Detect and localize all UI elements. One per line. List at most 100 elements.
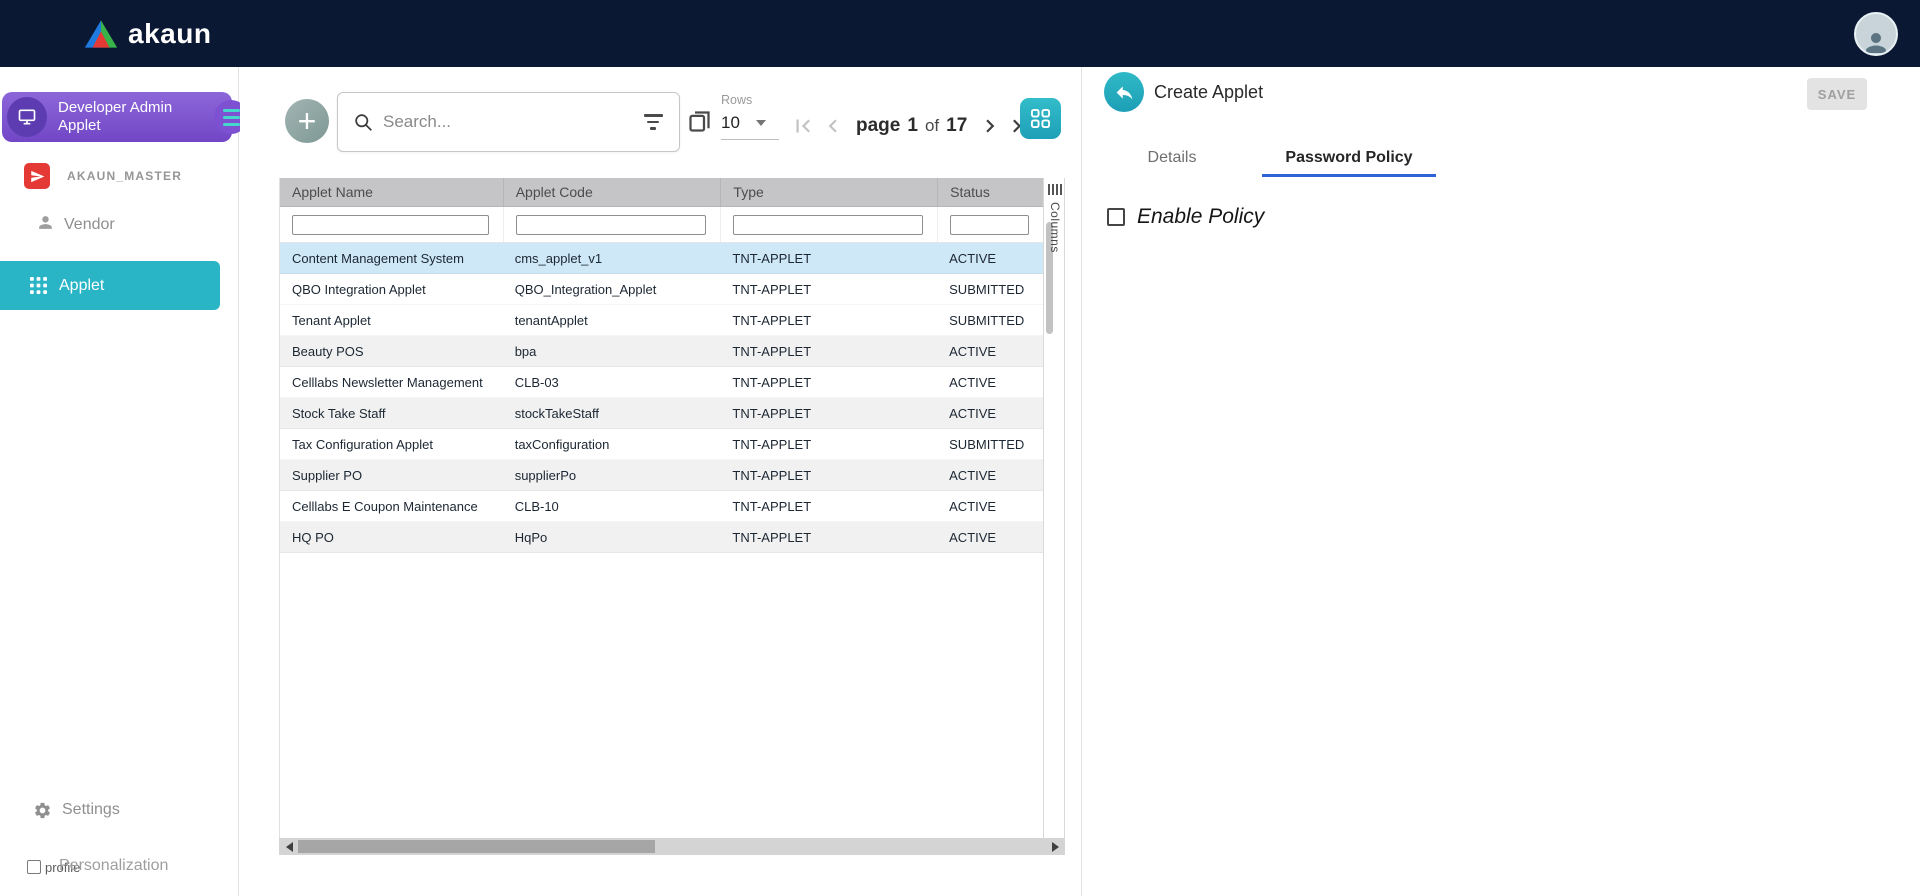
filter-input-applet-code[interactable] bbox=[516, 215, 707, 235]
first-page-button[interactable] bbox=[790, 111, 816, 141]
cell-status: ACTIVE bbox=[937, 367, 1043, 397]
cell-applet-name: Supplier PO bbox=[280, 460, 503, 490]
table-row[interactable]: Tenant Applet tenantApplet TNT-APPLET SU… bbox=[280, 305, 1043, 336]
cell-status: ACTIVE bbox=[937, 460, 1043, 490]
table-row[interactable]: QBO Integration Applet QBO_Integration_A… bbox=[280, 274, 1043, 305]
page-number: 1 bbox=[907, 115, 918, 137]
module-title: Developer Admin Applet bbox=[58, 99, 172, 135]
search-input[interactable] bbox=[383, 112, 643, 132]
tab-details[interactable]: Details bbox=[1112, 139, 1232, 177]
table-body: Content Management System cms_applet_v1 … bbox=[280, 243, 1043, 553]
scroll-left-arrow-icon[interactable] bbox=[281, 838, 297, 855]
panel-title: Create Applet bbox=[1154, 82, 1263, 103]
filter-input-status[interactable] bbox=[950, 215, 1029, 235]
enable-policy-label: Enable Policy bbox=[1137, 205, 1264, 229]
next-page-button[interactable] bbox=[977, 111, 1003, 141]
horizontal-scrollbar-thumb[interactable] bbox=[298, 840, 655, 853]
add-applet-button[interactable]: + bbox=[285, 99, 329, 143]
grid-view-button[interactable] bbox=[1020, 98, 1061, 139]
gear-icon bbox=[33, 801, 52, 820]
cell-status: SUBMITTED bbox=[937, 305, 1043, 335]
pages-icon[interactable] bbox=[686, 108, 713, 140]
cell-applet-name: HQ PO bbox=[280, 522, 503, 552]
cell-type: TNT-APPLET bbox=[720, 429, 937, 459]
create-applet-panel: Create Applet SAVE Details Password Poli… bbox=[1082, 67, 1920, 896]
applet-table: Applet Name Applet Code Type Status Cont… bbox=[279, 178, 1043, 838]
pagination: page 1 of 17 bbox=[790, 111, 1033, 141]
sidebar-item-applet[interactable]: Applet bbox=[0, 261, 220, 310]
cell-applet-code: QBO_Integration_Applet bbox=[503, 274, 721, 304]
cell-applet-name: Stock Take Staff bbox=[280, 398, 503, 428]
sidebar-item-personalization[interactable]: profile Personalization bbox=[0, 855, 239, 883]
enable-policy-row: Enable Policy bbox=[1107, 205, 1264, 229]
table-filter-row bbox=[280, 207, 1043, 243]
rows-per-page-label: Rows bbox=[721, 93, 779, 107]
module-title-line2: Applet bbox=[58, 117, 172, 135]
sidebar-item-label: Vendor bbox=[64, 216, 115, 234]
table-row[interactable]: Content Management System cms_applet_v1 … bbox=[280, 243, 1043, 274]
filter-input-type[interactable] bbox=[733, 215, 923, 235]
previous-page-button[interactable] bbox=[820, 111, 846, 141]
sidebar-item-label: Applet bbox=[59, 277, 104, 295]
cell-type: TNT-APPLET bbox=[720, 398, 937, 428]
module-title-line1: Developer Admin bbox=[58, 99, 172, 117]
cell-applet-name: Content Management System bbox=[280, 243, 503, 273]
rows-per-page: Rows 10 bbox=[721, 93, 779, 140]
reply-arrow-icon bbox=[1114, 82, 1135, 103]
filter-icon[interactable] bbox=[643, 114, 663, 130]
cell-applet-name: Celllabs E Coupon Maintenance bbox=[280, 491, 503, 521]
akaun-logo-icon bbox=[84, 19, 118, 49]
sidebar-item-vendor[interactable]: Vendor bbox=[0, 210, 239, 240]
cell-status: SUBMITTED bbox=[937, 274, 1043, 304]
search-box bbox=[337, 92, 680, 152]
table-row[interactable]: HQ PO HqPo TNT-APPLET ACTIVE bbox=[280, 522, 1043, 553]
personalization-label: Personalization bbox=[59, 857, 168, 875]
dropdown-caret-icon bbox=[756, 120, 766, 126]
table-row[interactable]: Celllabs E Coupon Maintenance CLB-10 TNT… bbox=[280, 491, 1043, 522]
horizontal-scrollbar[interactable] bbox=[279, 838, 1065, 855]
akaun-master-icon bbox=[24, 163, 50, 189]
column-header-applet-name[interactable]: Applet Name bbox=[280, 178, 503, 206]
table-row[interactable]: Stock Take Staff stockTakeStaff TNT-APPL… bbox=[280, 398, 1043, 429]
grid-icon bbox=[30, 277, 47, 294]
cell-status: SUBMITTED bbox=[937, 429, 1043, 459]
cell-status: ACTIVE bbox=[937, 398, 1043, 428]
table-row[interactable]: Celllabs Newsletter Management CLB-03 TN… bbox=[280, 367, 1043, 398]
scroll-right-arrow-icon[interactable] bbox=[1047, 838, 1063, 855]
column-header-applet-code[interactable]: Applet Code bbox=[503, 178, 721, 206]
cell-applet-code: stockTakeStaff bbox=[503, 398, 721, 428]
profile-checkbox[interactable] bbox=[27, 860, 41, 874]
sidebar: Developer Admin Applet AKAUN_MASTER Vend… bbox=[0, 67, 239, 896]
sidebar-item-akaun-master[interactable]: AKAUN_MASTER bbox=[0, 162, 239, 190]
save-button[interactable]: SAVE bbox=[1807, 78, 1867, 110]
cell-applet-code: HqPo bbox=[503, 522, 721, 552]
column-header-type[interactable]: Type bbox=[720, 178, 937, 206]
of-word: of bbox=[925, 116, 939, 136]
back-button[interactable] bbox=[1104, 72, 1144, 112]
tab-password-policy[interactable]: Password Policy bbox=[1262, 139, 1436, 177]
columns-strip[interactable]: Columns bbox=[1043, 178, 1065, 838]
table-row[interactable]: Supplier PO supplierPo TNT-APPLET ACTIVE bbox=[280, 460, 1043, 491]
column-header-status[interactable]: Status bbox=[937, 178, 1043, 206]
tabs: Details Password Policy bbox=[1112, 139, 1436, 177]
user-avatar[interactable] bbox=[1854, 12, 1898, 56]
cell-type: TNT-APPLET bbox=[720, 305, 937, 335]
table-row[interactable]: Tax Configuration Applet taxConfiguratio… bbox=[280, 429, 1043, 460]
cell-applet-name: Celllabs Newsletter Management bbox=[280, 367, 503, 397]
page-word: page bbox=[856, 115, 900, 137]
cell-type: TNT-APPLET bbox=[720, 336, 937, 366]
filter-input-applet-name[interactable] bbox=[292, 215, 489, 235]
cell-applet-code: CLB-10 bbox=[503, 491, 721, 521]
person-icon bbox=[36, 213, 55, 237]
total-pages: 17 bbox=[946, 115, 967, 137]
cell-applet-name: Tax Configuration Applet bbox=[280, 429, 503, 459]
enable-policy-checkbox[interactable] bbox=[1107, 208, 1125, 226]
cell-type: TNT-APPLET bbox=[720, 491, 937, 521]
rows-per-page-select[interactable]: 10 bbox=[721, 113, 779, 140]
module-header[interactable]: Developer Admin Applet bbox=[2, 92, 232, 142]
avatar-person-icon bbox=[1861, 28, 1891, 56]
cell-type: TNT-APPLET bbox=[720, 243, 937, 273]
sidebar-item-settings[interactable]: Settings bbox=[0, 795, 239, 825]
search-icon bbox=[354, 113, 373, 132]
table-row[interactable]: Beauty POS bpa TNT-APPLET ACTIVE bbox=[280, 336, 1043, 367]
